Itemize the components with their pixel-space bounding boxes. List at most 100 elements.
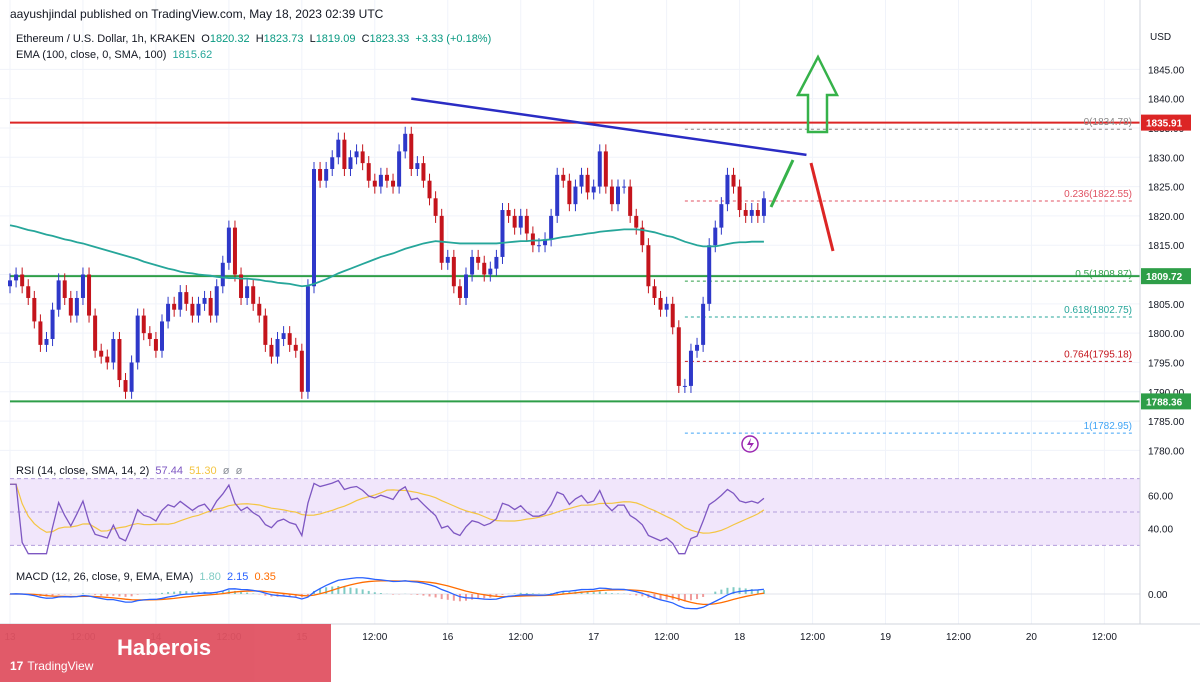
candle-body [312, 168, 316, 287]
time-tick-label: 12:00 [654, 632, 679, 643]
candle-body [226, 227, 231, 263]
candle-body [397, 151, 402, 187]
candle-body [670, 303, 675, 328]
candle-body [488, 268, 493, 275]
symbol-legend[interactable]: Ethereum / U.S. Dollar, 1h, KRAKEN O1820… [16, 33, 491, 45]
candle-body [573, 186, 578, 205]
macd-label: MACD (12, 26, close, 9, EMA, EMA) [16, 571, 194, 583]
candle-body [384, 174, 389, 181]
candle-body [129, 362, 134, 392]
change-value: +3.33 (+0.18%) [415, 33, 492, 45]
candle-body [518, 215, 523, 228]
candle-body [506, 210, 511, 216]
candle-body [281, 333, 286, 340]
candle-body [761, 198, 766, 216]
ema-legend[interactable]: EMA (100, close, 0, SMA, 100) 1815.62 [16, 49, 212, 61]
price-tick-label: 1805.00 [1148, 300, 1185, 311]
candle-body [622, 186, 627, 188]
macd-hist-bar [610, 593, 613, 594]
candle-body [482, 262, 487, 275]
rsi-legend[interactable]: RSI (14, close, SMA, 14, 2) 57.44 51.30 … [16, 465, 242, 477]
candle-body [555, 174, 560, 216]
macd-hist-bar [677, 594, 680, 601]
close-value: 1823.33 [369, 33, 410, 45]
macd-hist-bar [501, 594, 504, 595]
fib-level-label: 0.618(1802.75) [1064, 305, 1132, 316]
tradingview-logo[interactable]: 17 TradingView [10, 659, 93, 673]
candle-body [530, 233, 535, 246]
time-tick-label: 20 [1026, 632, 1038, 643]
candle-body [245, 286, 250, 298]
candle-body [457, 286, 462, 298]
projection-up-stroke [769, 159, 795, 208]
candle-body [445, 256, 450, 263]
macd-hist-bar [598, 591, 601, 594]
rsi-extra-2: ø [235, 465, 243, 477]
fib-level-label: 0.764(1795.18) [1064, 349, 1132, 360]
macd-hist-bar [179, 591, 182, 594]
macd-hist-bar [57, 594, 60, 595]
macd-hist-bar [118, 594, 121, 597]
price-tick-label: 1840.00 [1148, 95, 1185, 106]
candle-body [153, 339, 158, 351]
candle-body [269, 344, 274, 357]
macd-signal-line [9, 580, 765, 605]
trendline[interactable] [411, 97, 807, 157]
candle-body [616, 186, 620, 205]
macd-hist-bar [696, 594, 699, 600]
watermark-text: Haberois [117, 635, 212, 660]
chart-annotations: 0(1834.78) 0.236(1822.55) 0.5(1808.87) 0.61… [10, 117, 1140, 434]
candle-body [87, 274, 92, 316]
candle-body [664, 303, 669, 310]
candle-body [737, 186, 742, 211]
price-tick-label: 1780.00 [1148, 446, 1185, 457]
macd-hist-bar [726, 587, 729, 594]
candle-body [372, 180, 377, 187]
macd-hist-bar [379, 593, 382, 594]
candle-body [305, 286, 310, 392]
candle-body [287, 333, 292, 345]
candle-body [105, 356, 110, 363]
candle-body [470, 256, 475, 275]
resistance-price-tag: 1835.91 [1146, 119, 1183, 130]
candle-body [348, 157, 353, 169]
ema-label: EMA (100, close, 0, SMA, 100) [16, 49, 167, 61]
candle-body [409, 133, 414, 169]
symbol-name: Ethereum / U.S. Dollar, 1h, KRAKEN [16, 33, 196, 45]
candle-body [44, 339, 49, 345]
candle-body [719, 204, 724, 228]
macd-hist-bar [325, 587, 328, 594]
support-low-price-tag: 1788.36 [1146, 397, 1183, 408]
candle-body [123, 380, 128, 392]
macd-hist-bar [592, 592, 595, 594]
candle-body [749, 210, 754, 216]
macd-hist-bar [422, 594, 425, 596]
candle-body [366, 163, 371, 181]
candle-body [117, 339, 122, 381]
macd-hist-bar [641, 594, 644, 597]
rsi-label: RSI (14, close, SMA, 14, 2) [16, 465, 150, 477]
time-tick-label: 18 [734, 632, 746, 643]
candle-body [603, 151, 608, 187]
candle-body [172, 303, 177, 310]
macd-legend[interactable]: MACD (12, 26, close, 9, EMA, EMA) 1.80 2… [16, 571, 276, 583]
arrow-up-icon [795, 54, 840, 134]
candle-body [68, 297, 73, 316]
rsi-tick-label: 60.00 [1148, 491, 1173, 502]
candle-body [74, 297, 79, 316]
macd-hist-bar [173, 591, 176, 594]
macd-hist-bar [136, 594, 139, 595]
candle-body [99, 350, 104, 357]
time-tick-label: 12:00 [1092, 632, 1117, 643]
macd-hist-bar [130, 594, 133, 597]
open-label: O [201, 33, 210, 45]
macd-hist-bar [531, 593, 534, 594]
macd-hist-bar [264, 594, 267, 596]
candle-body [579, 174, 584, 187]
candle-body [676, 327, 681, 386]
price-tick-label: 1800.00 [1148, 329, 1185, 340]
macd-hist-bar [440, 594, 443, 600]
macd-hist-bar [81, 593, 84, 594]
candle-body [251, 286, 256, 304]
macd-hist-bar [112, 594, 115, 596]
